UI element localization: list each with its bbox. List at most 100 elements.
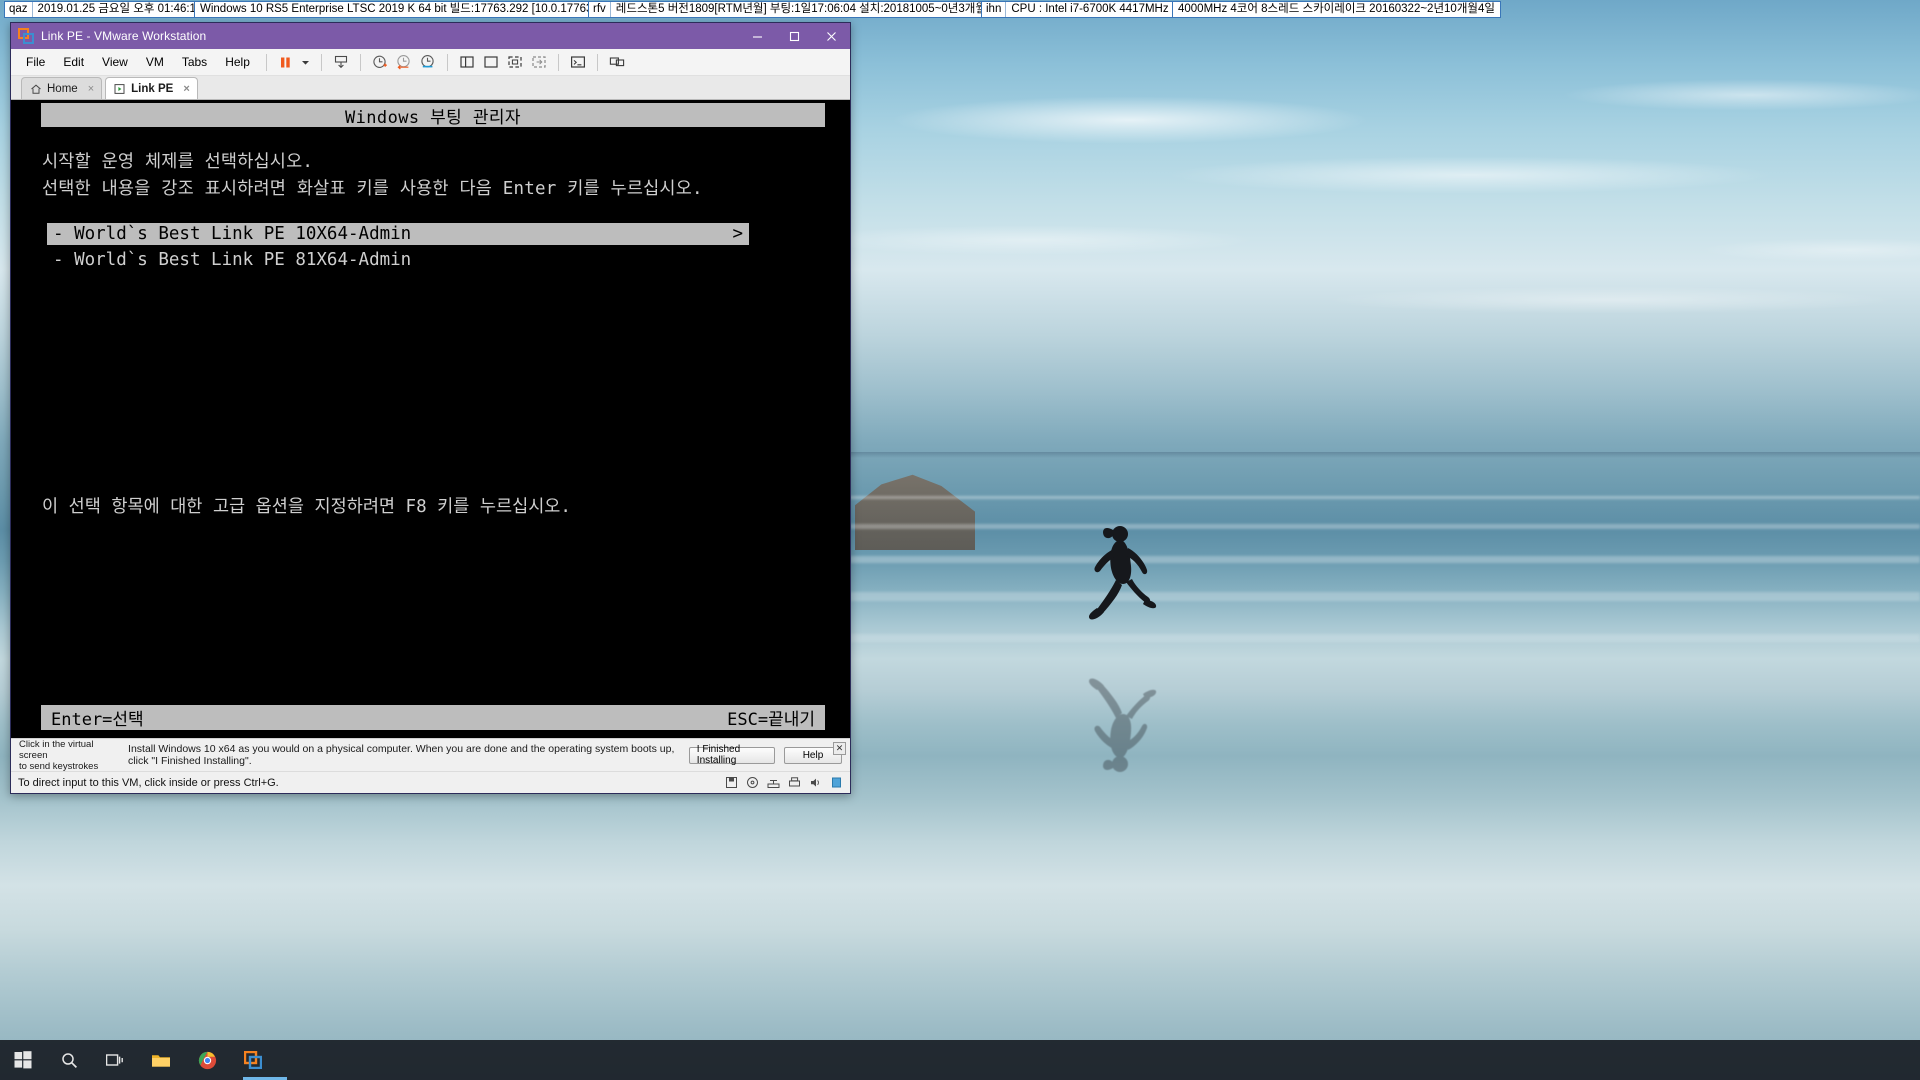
vm-guest-screen[interactable]: Windows 부팅 관리자 시작할 운영 체제를 선택하십시오. 선택한 내용… — [11, 100, 850, 738]
minimize-button[interactable] — [739, 23, 776, 49]
explorer-icon[interactable] — [138, 1040, 184, 1080]
manage-snapshots-icon[interactable] — [330, 52, 352, 72]
cd-icon[interactable] — [746, 776, 759, 789]
vm-play-icon — [114, 83, 126, 95]
fullscreen-icon[interactable] — [504, 52, 526, 72]
tooltip-key: rfv — [589, 2, 611, 17]
boot-entry-label: - World`s Best Link PE 10X64-Admin — [53, 224, 412, 244]
menu-vm[interactable]: VM — [137, 52, 173, 72]
statusbar-text: To direct input to this VM, click inside… — [18, 776, 279, 789]
install-tip-bar: Click in the virtual screen to send keys… — [11, 738, 850, 772]
take-snapshot-icon[interactable] — [369, 52, 391, 72]
surf-line — [850, 634, 1920, 642]
surf-line — [850, 524, 1920, 529]
menu-help[interactable]: Help — [216, 52, 259, 72]
runner-silhouette — [1060, 520, 1180, 650]
boot-entry[interactable]: - World`s Best Link PE 81X64-Admin — [53, 250, 411, 270]
ocean-horizon — [850, 452, 1920, 458]
system-info-tooltips: qaz 2019.01.25 금요일 오후 01:46:19 Windows 1… — [0, 0, 1920, 18]
tooltip-clock: qaz 2019.01.25 금요일 오후 01:46:19 — [4, 1, 209, 18]
tab-close-icon[interactable]: × — [183, 83, 189, 95]
install-message: Install Windows 10 x64 as you would on a… — [128, 743, 675, 767]
taskview-icon[interactable] — [92, 1040, 138, 1080]
usb-icon[interactable] — [830, 776, 843, 789]
tooltip-value: 4000MHz 4코어 8스레드 스카이레이크 20160322~2년10개월4… — [1178, 3, 1495, 15]
device-status-icons[interactable] — [725, 776, 843, 789]
show-thumbnails-icon[interactable] — [480, 52, 502, 72]
pause-icon[interactable] — [275, 52, 297, 72]
vm-statusbar: To direct input to this VM, click inside… — [11, 771, 850, 793]
printer-icon[interactable] — [788, 776, 801, 789]
keystroke-hint-line1: Click in the virtual screen — [19, 738, 94, 761]
window-title: Link PE - VMware Workstation — [41, 29, 207, 43]
tooltip-value: 레드스톤5 버전1809[RTM년월] 부팅:1일17:06:04 설치:201… — [615, 3, 1010, 15]
home-icon — [30, 83, 42, 95]
menu-tabs[interactable]: Tabs — [173, 52, 216, 72]
toolbar-separator — [320, 53, 322, 71]
boot-entry-selected[interactable]: - World`s Best Link PE 10X64-Admin > — [47, 223, 749, 245]
tooltip-os-build: Windows 10 RS5 Enterprise LTSC 2019 K 64… — [194, 1, 624, 18]
keystroke-hint-line2: to send keystrokes — [19, 760, 99, 772]
toolbar-separator — [557, 53, 559, 71]
sky-clouds — [850, 0, 1920, 430]
close-button[interactable] — [813, 23, 850, 49]
boot-footer-left: Enter=선택 — [51, 710, 144, 730]
power-dropdown-icon[interactable] — [299, 52, 313, 72]
boot-advanced-hint: 이 선택 항목에 대한 고급 옵션을 지정하려면 F8 키를 누르십시오. — [42, 497, 571, 517]
window-controls[interactable] — [739, 23, 850, 49]
unity-mode-icon[interactable] — [528, 52, 550, 72]
menu-file[interactable]: File — [17, 52, 54, 72]
vmware-workstation-window[interactable]: Link PE - VMware Workstation File Edit V… — [10, 22, 851, 794]
search-icon[interactable] — [46, 1040, 92, 1080]
tooltip-key: qaz — [5, 2, 33, 17]
revert-snapshot-icon[interactable] — [393, 52, 415, 72]
window-titlebar[interactable]: Link PE - VMware Workstation — [11, 23, 850, 49]
tab-close-icon[interactable]: × — [88, 83, 94, 95]
tab-label: Home — [47, 82, 78, 95]
coastal-headland — [855, 474, 975, 550]
boot-prompt-line-2: 선택한 내용을 강조 표시하려면 화살표 키를 사용한 다음 Enter 키를 … — [42, 179, 703, 199]
menubar[interactable]: File Edit View VM Tabs Help — [11, 49, 850, 76]
sound-icon[interactable] — [809, 776, 822, 789]
boot-prompt-line-1: 시작할 운영 체제를 선택하십시오. — [42, 152, 314, 172]
floppy-icon[interactable] — [725, 776, 738, 789]
multiple-monitors-icon[interactable] — [606, 52, 628, 72]
vmware-icon[interactable] — [230, 1040, 276, 1080]
i-finished-installing-button[interactable]: I Finished Installing — [688, 744, 775, 766]
tab-link-pe[interactable]: Link PE × — [105, 77, 198, 99]
tooltip-cpu-details: 4000MHz 4코어 8스레드 스카이레이크 20160322~2년10개월4… — [1172, 1, 1501, 18]
tooltip-value: CPU : Intel i7-6700K 4417MHz — [1011, 3, 1169, 15]
toolbar-separator — [265, 53, 267, 71]
keystroke-hint: Click in the virtual screen to send keys… — [19, 739, 119, 772]
boot-footer-right: ESC=끝내기 — [727, 710, 815, 730]
vm-tabstrip[interactable]: Home × Link PE × — [11, 76, 850, 100]
menu-edit[interactable]: Edit — [54, 52, 93, 72]
vmware-logo-icon — [18, 28, 34, 44]
network-icon[interactable] — [767, 776, 780, 789]
tooltip-value: Windows 10 RS5 Enterprise LTSC 2019 K 64… — [200, 3, 618, 15]
tab-home[interactable]: Home × — [21, 77, 103, 99]
surf-line — [850, 556, 1920, 563]
toolbar-separator — [596, 53, 598, 71]
windows-taskbar[interactable] — [0, 1040, 1920, 1080]
surf-line — [850, 592, 1920, 601]
tooltip-os-version: rfv 레드스톤5 버전1809[RTM년월] 부팅:1일17:06:04 설치… — [588, 1, 1016, 18]
maximize-button[interactable] — [776, 23, 813, 49]
tooltip-key: ihn — [982, 2, 1007, 17]
console-view-icon[interactable] — [567, 52, 589, 72]
surf-line — [850, 496, 1920, 499]
boot-manager-title: Windows 부팅 관리자 — [41, 103, 825, 128]
show-library-icon[interactable] — [456, 52, 478, 72]
toolbar-separator — [446, 53, 448, 71]
tooltip-cpu: ihn CPU : Intel i7-6700K 4417MHz — [981, 1, 1175, 18]
snapshot-manager-icon[interactable] — [417, 52, 439, 72]
boot-entry-marker: > — [732, 224, 743, 244]
boot-footer: Enter=선택 ESC=끝내기 — [41, 705, 825, 730]
close-tip-button[interactable]: ✕ — [833, 742, 846, 755]
start-icon[interactable] — [0, 1040, 46, 1080]
chrome-icon[interactable] — [184, 1040, 230, 1080]
toolbar-separator — [359, 53, 361, 71]
tooltip-value: 2019.01.25 금요일 오후 01:46:19 — [37, 3, 203, 15]
menu-view[interactable]: View — [93, 52, 137, 72]
runner-reflection — [1060, 648, 1180, 778]
